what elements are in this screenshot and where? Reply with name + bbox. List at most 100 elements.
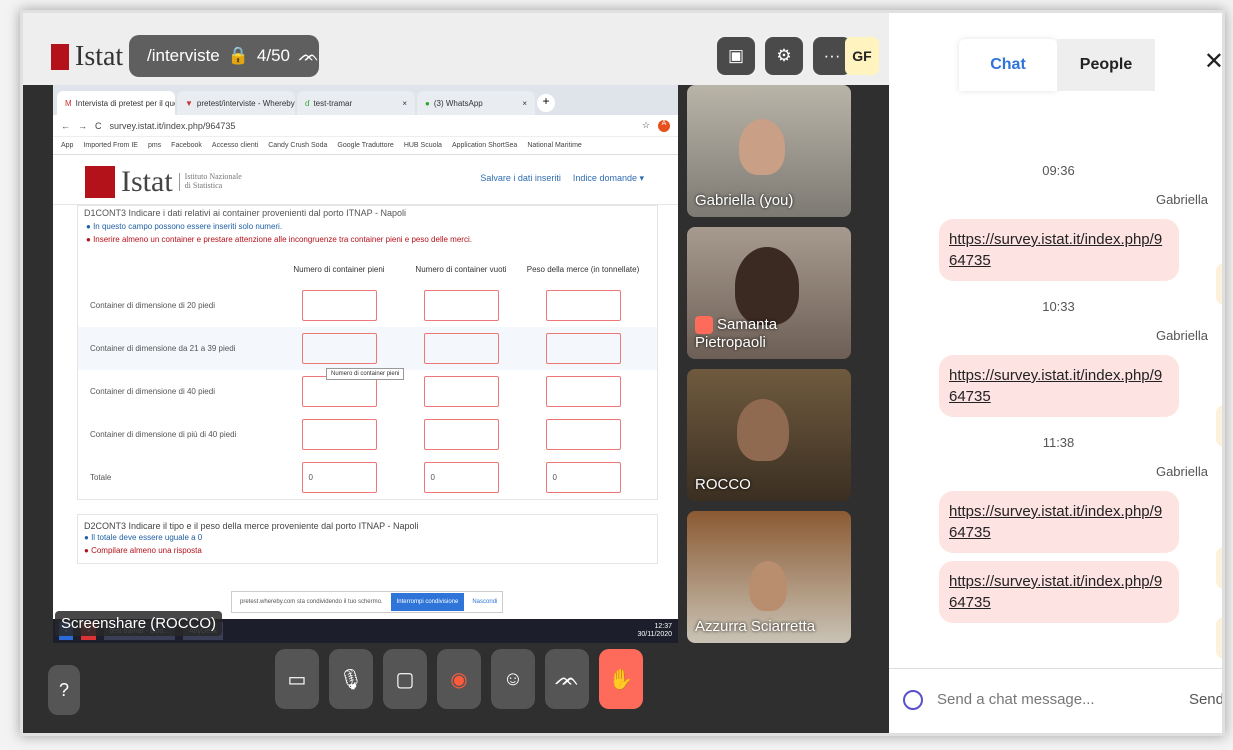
browser-tab-label: (3) WhatsApp <box>433 98 483 108</box>
row-label: Container di dimensione da 21 a 39 piedi <box>90 344 236 353</box>
lock-icon[interactable]: 🔒 <box>228 46 249 66</box>
bookmark-item[interactable]: Google Traduttore <box>337 142 393 149</box>
container-input[interactable] <box>545 290 621 321</box>
column-header: Numero di container pieni <box>293 264 385 274</box>
container-input[interactable] <box>301 333 377 364</box>
tab-chat[interactable]: Chat <box>959 39 1057 91</box>
share-notice-text: pretest.whereby.com sta condividendo il … <box>240 599 383 605</box>
bookmark-item[interactable]: HUB Scuola <box>404 142 442 149</box>
bookmark-item[interactable]: Candy Crush Soda <box>268 142 327 149</box>
reload-icon[interactable]: C <box>95 121 102 131</box>
bookmark-item[interactable]: Facebook <box>171 142 202 149</box>
question-info: ● Il totale deve essere uguale a 0 <box>84 533 203 542</box>
tab-people[interactable]: People <box>1057 39 1155 91</box>
bookmark-item[interactable]: Imported From IE <box>83 142 137 149</box>
participant-tile[interactable]: ROCCO <box>687 369 851 501</box>
hide-notice-link[interactable]: Nascondi <box>472 599 497 605</box>
mic-button[interactable]: 🎙 <box>329 649 373 709</box>
survey-logo-text: Istat <box>121 165 173 198</box>
browser-tab[interactable]: ▼pretest/interviste - Whereby× <box>177 91 295 115</box>
room-info-pill[interactable]: /interviste 🔒 4/50 ᨏ <box>129 35 319 77</box>
help-button[interactable]: ? <box>48 665 80 715</box>
container-input[interactable] <box>423 290 499 321</box>
chat-message: https://survey.istat.it/index.php/964735 <box>939 219 1179 281</box>
container-input[interactable] <box>545 376 621 407</box>
question-title: D1CONT3 Indicare i dati relativi ai cont… <box>84 208 406 218</box>
url-text: survey.istat.it/index.php/964735 <box>109 120 236 131</box>
close-icon[interactable]: ✕ <box>1204 47 1222 76</box>
participant-tile[interactable]: Gabriella (you) <box>687 85 851 217</box>
browser-tab[interactable]: MIntervista di pretest per il questi× <box>57 91 175 115</box>
participant-tile[interactable]: Azzurra Sciarretta <box>687 511 851 643</box>
bookmark-item[interactable]: App <box>61 142 73 149</box>
message-time: 11:38 <box>1042 435 1075 450</box>
container-input[interactable] <box>423 376 499 407</box>
container-input[interactable] <box>545 333 621 364</box>
send-button[interactable]: Send <box>1189 691 1222 708</box>
bookmark-item[interactable]: Application ShortSea <box>452 142 517 149</box>
chat-messages: 09:36 Gabriella https://survey.istat.it/… <box>889 163 1222 623</box>
chat-message: https://survey.istat.it/index.php/964735 <box>939 491 1179 553</box>
star-icon[interactable]: ☆ <box>642 120 650 131</box>
warning-text: Compilare almeno una risposta <box>91 546 202 555</box>
people-button[interactable]: ᨏ <box>545 649 589 709</box>
column-header: Numero di container vuoti <box>415 264 507 274</box>
container-input[interactable] <box>423 419 499 450</box>
participant-video <box>735 247 799 325</box>
screenshare-view: MIntervista di pretest per il questi× ▼p… <box>53 85 678 643</box>
message-link[interactable]: https://survey.istat.it/index.php/964735 <box>949 503 1162 541</box>
layout-icon: ▣ <box>727 46 745 65</box>
layout-button[interactable]: ▣ <box>717 37 755 75</box>
camera-button[interactable]: ▭ <box>275 649 319 709</box>
record-button[interactable]: ◉ <box>437 649 481 709</box>
message-link[interactable]: https://survey.istat.it/index.php/964735 <box>949 573 1162 611</box>
participant-name-row: Samanta Pietropaoli <box>695 316 851 351</box>
forward-icon[interactable]: → <box>78 121 87 131</box>
total-field: 0 <box>423 462 499 493</box>
monitor-icon: ▢ <box>395 668 415 691</box>
container-input[interactable] <box>301 419 377 450</box>
browser-tab[interactable]: ● (3) WhatsApp × <box>417 91 535 115</box>
settings-button[interactable]: ⚙ <box>765 37 803 75</box>
istat-logo-mark-icon <box>85 166 115 198</box>
raise-hand-button[interactable]: ✋ <box>599 649 643 709</box>
participant-tile[interactable]: Samanta Pietropaoli <box>687 227 851 359</box>
container-input[interactable] <box>301 290 377 321</box>
screen-share-notice: pretest.whereby.com sta condividendo il … <box>231 591 503 613</box>
question-index-link[interactable]: Indice domande ▾ <box>573 173 644 184</box>
message-link[interactable]: https://survey.istat.it/index.php/964735 <box>949 367 1162 405</box>
bookmarks-bar: App Imported From IE pms Facebook Access… <box>53 137 678 155</box>
total-field: 0 <box>545 462 621 493</box>
avatar[interactable]: GF <box>845 37 879 75</box>
grid-header: Numero di container pieni Numero di cont… <box>78 254 657 284</box>
container-input[interactable] <box>301 376 377 407</box>
message-link[interactable]: https://survey.istat.it/index.php/964735 <box>949 231 1162 269</box>
reaction-peek <box>1216 547 1222 589</box>
save-data-link[interactable]: Salvare i dati inseriti <box>480 173 561 184</box>
istat-logo-mark-icon <box>51 44 69 70</box>
new-tab-icon[interactable]: + <box>537 94 555 112</box>
address-bar[interactable]: ← → C survey.istat.it/index.php/964735 ☆… <box>53 115 678 137</box>
bookmark-item[interactable]: pms <box>148 142 161 149</box>
container-input[interactable] <box>423 333 499 364</box>
screenshare-button[interactable]: ▢ <box>383 649 427 709</box>
chat-icon: ☺ <box>502 667 524 690</box>
container-input[interactable] <box>545 419 621 450</box>
bookmark-item[interactable]: National Maritime <box>527 142 581 149</box>
row-label: Container di dimensione di 20 piedi <box>90 301 215 310</box>
clock-time: 12:37 <box>654 623 672 631</box>
back-icon[interactable]: ← <box>61 121 70 131</box>
stop-sharing-button[interactable]: Interrompi condivisione <box>390 593 465 611</box>
chat-input-bar: Send a chat message... Send <box>889 668 1222 730</box>
question-d2cont3: D2CONT3 Indicare il tipo e il peso della… <box>77 514 658 564</box>
bookmark-item[interactable]: Accesso clienti <box>212 142 258 149</box>
people-icon: ᨏ <box>298 46 320 65</box>
emoji-icon[interactable] <box>903 689 923 710</box>
participant-video <box>739 119 785 175</box>
chat-message-input[interactable]: Send a chat message... <box>937 691 1095 708</box>
browser-tab[interactable]: ɗ test-tramar × <box>297 91 415 115</box>
chat-button[interactable]: ☺ <box>491 649 535 709</box>
whereby-window: Istat /interviste 🔒 4/50 ᨏ ▣ ⚙ ··· GF MI… <box>20 10 1225 736</box>
profile-icon[interactable]: A <box>658 119 670 132</box>
participant-name: ROCCO <box>695 476 751 493</box>
